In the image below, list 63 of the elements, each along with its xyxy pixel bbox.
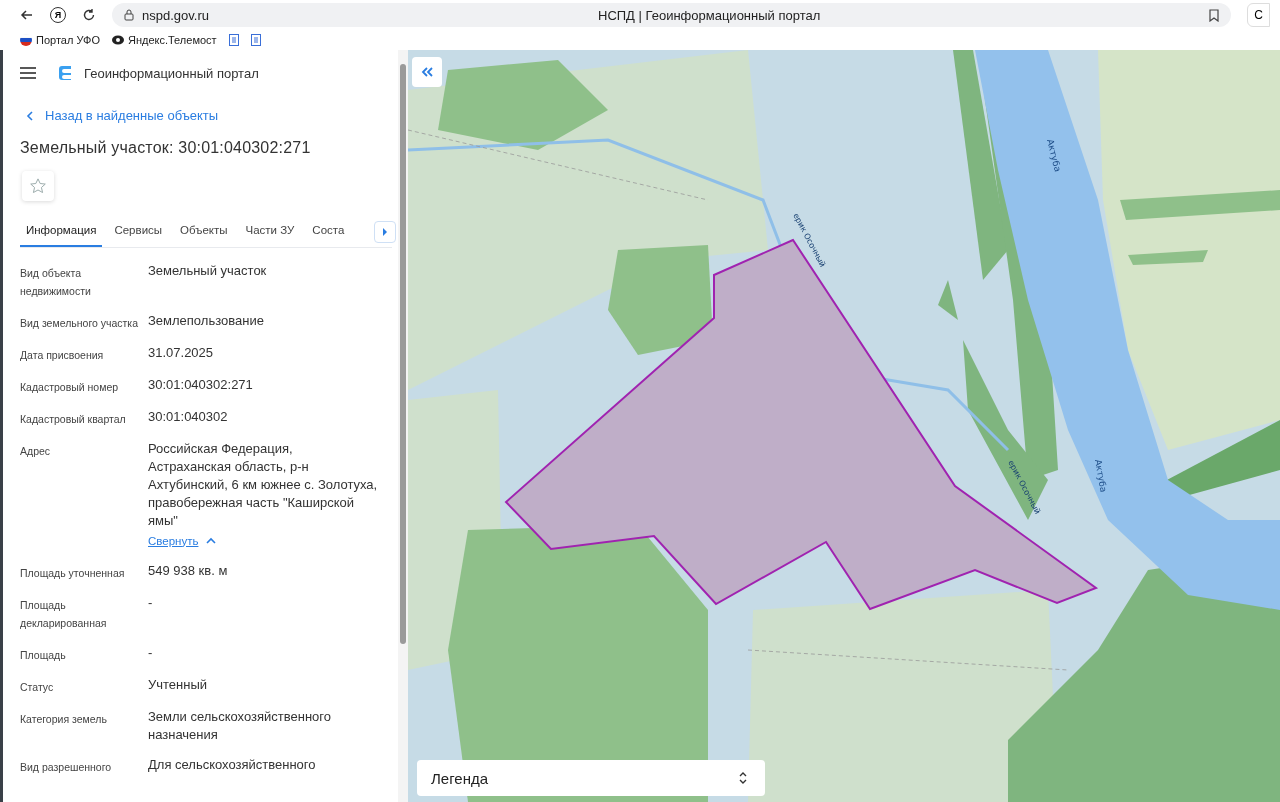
bookmark-link[interactable]: Яндекс.Телемост bbox=[111, 34, 217, 46]
bookmark-link[interactable]: Портал УФО bbox=[20, 34, 100, 46]
field-value: Российская Федерация, Астраханская область, р-н Ахтубинский, 6 км южнее с. Золотуха, правобережная часть "Каширской ямы" bbox=[148, 439, 378, 530]
scrollbar[interactable] bbox=[398, 50, 408, 802]
star-icon bbox=[29, 176, 47, 195]
field-label: Вид разрешенного bbox=[20, 759, 113, 775]
collapse-link[interactable]: Свернуть bbox=[148, 531, 217, 550]
lock-icon bbox=[124, 9, 134, 21]
flag-icon bbox=[20, 34, 32, 46]
legend-dropdown[interactable]: Легенда bbox=[417, 760, 765, 796]
object-heading: Земельный участок: 30:01:040302:271 bbox=[20, 138, 312, 157]
bookmark-label: Яндекс.Телемост bbox=[127, 34, 217, 46]
field-label: Кадастровый квартал bbox=[20, 411, 127, 427]
triangle-right-icon bbox=[382, 227, 388, 236]
field-value: 549 938 кв. м bbox=[148, 561, 228, 580]
portal-logo-icon bbox=[58, 65, 72, 81]
caret-icon bbox=[206, 537, 217, 544]
address-bar[interactable]: nspd.gov.ru НСПД | Геоинформационный портал bbox=[112, 3, 1232, 27]
field-label: Вид объекта недвижимости bbox=[20, 265, 92, 299]
field-label: Площадь декларированная bbox=[20, 597, 108, 631]
field-label: Категория земель bbox=[20, 711, 108, 727]
tab[interactable]: Части ЗУ bbox=[239, 214, 301, 247]
field-value: Учтенный bbox=[148, 675, 208, 694]
field-label: Адрес bbox=[20, 443, 52, 459]
field-value: Землепользование bbox=[148, 311, 264, 330]
tab[interactable]: Сервисы bbox=[108, 214, 169, 247]
url-text: nspd.gov.ru bbox=[142, 7, 209, 23]
field-label: Кадастровый номер bbox=[20, 379, 120, 395]
bookmark-icon[interactable] bbox=[1209, 8, 1220, 22]
document-icon[interactable] bbox=[250, 34, 261, 46]
field-label: Площадь уточненная bbox=[20, 565, 126, 581]
field-value: Земли сельскохозяйственного назначения bbox=[148, 707, 332, 744]
tab[interactable]: Информация bbox=[20, 214, 103, 247]
up-down-caret-icon bbox=[739, 771, 747, 785]
field-value: 31.07.2025 bbox=[148, 343, 214, 362]
field-label: Вид земельного участка bbox=[20, 315, 140, 331]
collapse-panel-button[interactable] bbox=[412, 57, 442, 87]
scroll-right-button[interactable] bbox=[374, 220, 396, 243]
field-label: Статус bbox=[20, 679, 55, 695]
reload-icon[interactable] bbox=[82, 8, 96, 22]
field-value: 30:01:040302:271 bbox=[148, 375, 253, 394]
bookmark-label: Портал УФО bbox=[36, 34, 100, 46]
page-title: НСПД | Геоинформационный портал bbox=[597, 7, 822, 23]
chevron-left-icon bbox=[26, 110, 33, 121]
field-value: 30:01:040302 bbox=[148, 407, 228, 426]
field-value: - bbox=[148, 593, 153, 612]
back-link[interactable]: Назад в найденные объекты bbox=[26, 108, 219, 123]
back-icon[interactable] bbox=[20, 8, 34, 22]
menu-icon[interactable] bbox=[20, 67, 36, 79]
app-title: Геоинформационный портал bbox=[84, 65, 259, 81]
field-value: Земельный участок bbox=[148, 261, 267, 280]
tab[interactable]: Соста bbox=[306, 214, 351, 247]
field-label: Площадь bbox=[20, 647, 67, 663]
field-value: - bbox=[148, 643, 153, 662]
map-label: Актуба bbox=[1093, 458, 1109, 494]
field-value: Для сельскохозяйственного bbox=[148, 755, 316, 774]
field-label: Дата присвоения bbox=[20, 347, 105, 363]
double-chevron-left-icon bbox=[421, 67, 433, 77]
tab[interactable]: Объекты bbox=[174, 214, 234, 247]
camera-icon bbox=[111, 35, 124, 45]
side-button[interactable]: С bbox=[1247, 3, 1270, 27]
map-label: Актуба bbox=[1045, 138, 1063, 173]
document-icon[interactable] bbox=[228, 34, 239, 46]
